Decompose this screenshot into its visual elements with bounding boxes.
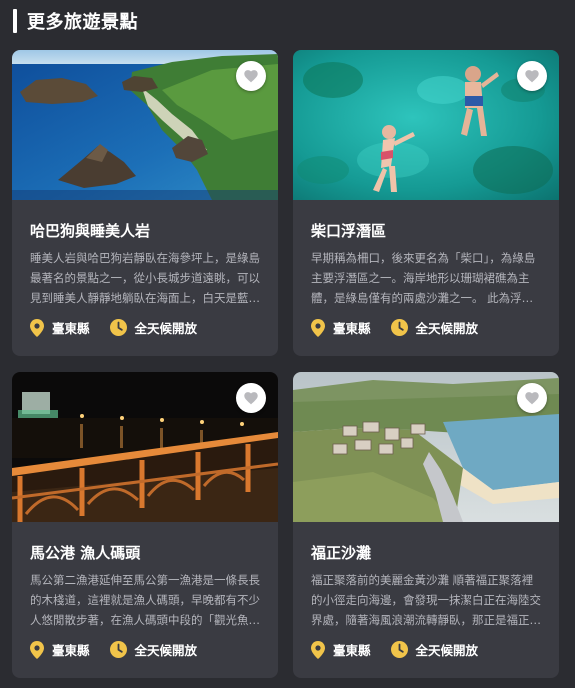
section-header: 更多旅遊景點 xyxy=(13,8,138,34)
location-info: 臺東縣 xyxy=(311,318,371,337)
attraction-title[interactable]: 哈巴狗與睡美人岩 xyxy=(30,220,150,241)
attraction-card[interactable]: 哈巴狗與睡美人岩 睡美人岩與哈巴狗岩靜臥在海參坪上，是綠島最著名的景點之一，從小… xyxy=(12,50,278,356)
attraction-meta: 臺東縣 全天候開放 xyxy=(311,640,498,659)
location-text: 臺東縣 xyxy=(52,321,90,336)
clock-icon xyxy=(109,319,127,336)
heart-icon xyxy=(244,69,258,82)
location-text: 臺東縣 xyxy=(52,643,90,658)
hours-text: 全天候開放 xyxy=(415,321,479,336)
location-info: 臺東縣 xyxy=(30,318,90,337)
attraction-title[interactable]: 柴口浮潛區 xyxy=(311,220,386,241)
attraction-photo[interactable] xyxy=(12,372,278,522)
heart-icon xyxy=(525,69,539,82)
attraction-meta: 臺東縣 全天候開放 xyxy=(30,640,217,659)
location-pin-icon xyxy=(30,318,44,337)
attraction-description: 馬公第二漁港延伸至馬公第一漁港是一條長長的木棧道，這裡就是漁人碼頭，早晚都有不少… xyxy=(30,573,260,627)
attraction-card[interactable]: 馬公港 漁人碼頭 馬公第二漁港延伸至馬公第一漁港是一條長長的木棧道，這裡就是漁人… xyxy=(12,372,278,678)
hours-info: 全天候開放 xyxy=(109,640,198,659)
hours-text: 全天候開放 xyxy=(415,643,479,658)
attraction-photo[interactable] xyxy=(12,50,278,200)
heart-icon xyxy=(244,391,258,404)
location-pin-icon xyxy=(30,640,44,659)
clock-icon xyxy=(390,319,408,336)
attraction-card[interactable]: 柴口浮潛區 早期稱為柵口，後來更名為「柴口」，為綠島主要浮潛區之一。海岸地形以珊… xyxy=(293,50,559,356)
attraction-title[interactable]: 福正沙灘 xyxy=(311,542,371,563)
attraction-description: 睡美人岩與哈巴狗岩靜臥在海參坪上，是綠島最著名的景點之一，從小長城步道遠眺，可以… xyxy=(30,251,260,305)
location-info: 臺東縣 xyxy=(30,640,90,659)
hours-info: 全天候開放 xyxy=(109,318,198,337)
location-info: 臺東縣 xyxy=(311,640,371,659)
hours-text: 全天候開放 xyxy=(134,643,198,658)
hours-text: 全天候開放 xyxy=(134,321,198,336)
section-title: 更多旅遊景點 xyxy=(27,12,138,33)
heart-icon xyxy=(525,391,539,404)
location-pin-icon xyxy=(311,318,325,337)
attraction-meta: 臺東縣 全天候開放 xyxy=(30,318,217,337)
favorite-button[interactable] xyxy=(236,383,266,413)
location-text: 臺東縣 xyxy=(333,321,371,336)
header-accent-bar xyxy=(13,9,17,33)
attraction-description: 福正聚落前的美麗金黃沙灘 順著福正聚落裡的小徑走向海邊，會發現一抹潔白正在海陸交… xyxy=(311,573,541,627)
location-text: 臺東縣 xyxy=(333,643,371,658)
favorite-button[interactable] xyxy=(517,61,547,91)
attraction-card[interactable]: 福正沙灘 福正聚落前的美麗金黃沙灘 順著福正聚落裡的小徑走向海邊，會發現一抹潔白… xyxy=(293,372,559,678)
clock-icon xyxy=(109,641,127,658)
attraction-photo[interactable] xyxy=(293,50,559,200)
hours-info: 全天候開放 xyxy=(390,318,479,337)
attraction-photo[interactable] xyxy=(293,372,559,522)
attraction-meta: 臺東縣 全天候開放 xyxy=(311,318,498,337)
hours-info: 全天候開放 xyxy=(390,640,479,659)
favorite-button[interactable] xyxy=(236,61,266,91)
clock-icon xyxy=(390,641,408,658)
favorite-button[interactable] xyxy=(517,383,547,413)
location-pin-icon xyxy=(311,640,325,659)
attraction-title[interactable]: 馬公港 漁人碼頭 xyxy=(30,542,140,563)
attraction-description: 早期稱為柵口，後來更名為「柴口」，為綠島主要浮潛區之一。海岸地形以珊瑚裙礁為主體… xyxy=(311,251,536,305)
